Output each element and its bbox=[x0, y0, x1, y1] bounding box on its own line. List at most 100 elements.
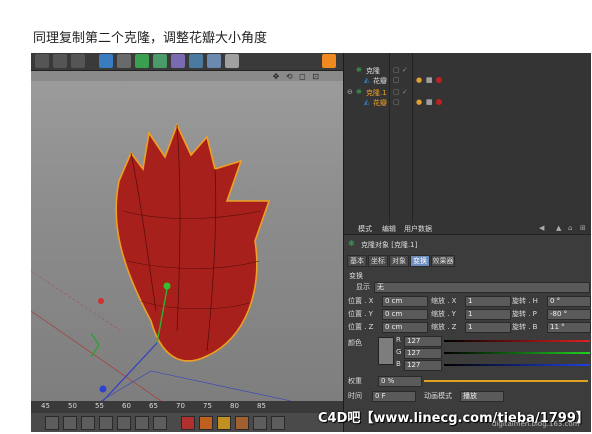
red-guide-line bbox=[31, 310, 162, 401]
cloner-icon: ❋ bbox=[348, 239, 355, 248]
rot-h-field[interactable]: 0 ° bbox=[547, 296, 591, 307]
render-picture-viewer-icon[interactable] bbox=[53, 54, 67, 68]
tick-label: 85 bbox=[257, 402, 266, 410]
checker-tag-icon[interactable]: ▦ bbox=[426, 98, 433, 106]
material-tag-icon[interactable]: ● bbox=[416, 76, 422, 84]
position-key-button[interactable] bbox=[235, 416, 249, 430]
nurbs-icon[interactable] bbox=[135, 54, 149, 68]
weight-label: 权重 bbox=[348, 377, 362, 385]
r-field[interactable]: 127 bbox=[404, 336, 442, 347]
light-icon[interactable] bbox=[225, 54, 239, 68]
3d-viewport[interactable]: ✥ ⟲ ◻ ⊡ bbox=[31, 71, 343, 401]
deformer-icon[interactable] bbox=[171, 54, 185, 68]
scale-y-field[interactable]: 1 bbox=[465, 309, 511, 320]
object-title: 克隆对象 [克隆.1] bbox=[361, 241, 418, 249]
go-end-button[interactable] bbox=[153, 416, 167, 430]
color-r-row: R 127 bbox=[344, 336, 591, 347]
rot-p-field[interactable]: -80 ° bbox=[547, 309, 591, 320]
material-tag-icon[interactable]: ● bbox=[416, 98, 422, 106]
attribute-manager: 模式 编辑 用户数据 ◀ ▲ ⌂ ⊞ ❋ 克隆对象 [克隆.1] 基本 坐标 对… bbox=[343, 223, 591, 432]
timeline-ruler[interactable]: 45 50 55 60 65 70 75 80 85 bbox=[31, 401, 343, 413]
tab-coord[interactable]: 坐标 bbox=[368, 255, 388, 267]
spline-icon[interactable] bbox=[117, 54, 131, 68]
b-slider[interactable] bbox=[444, 364, 590, 366]
render-settings-icon[interactable] bbox=[71, 54, 85, 68]
prev-frame-button[interactable] bbox=[81, 416, 95, 430]
b-label: B bbox=[396, 360, 401, 368]
lock-icon[interactable]: ⌂ bbox=[568, 224, 572, 232]
viewport-scene bbox=[31, 122, 292, 401]
menu-mode[interactable]: 模式 bbox=[358, 224, 372, 234]
time-field[interactable]: 0 F bbox=[372, 391, 416, 402]
y-axis-handle bbox=[163, 282, 171, 290]
go-start-button[interactable] bbox=[45, 416, 59, 430]
scene-icon[interactable] bbox=[189, 54, 203, 68]
rotation-key-button[interactable] bbox=[271, 416, 285, 430]
b-field[interactable]: 127 bbox=[404, 360, 442, 371]
scale-x-field[interactable]: 1 bbox=[465, 296, 511, 307]
script-icon[interactable] bbox=[322, 54, 336, 68]
display-row: 显示 无 bbox=[344, 282, 591, 293]
object-row-clone[interactable]: ❋ 克隆 ▢ ✓ bbox=[344, 66, 591, 76]
tab-transform[interactable]: 变换 bbox=[410, 255, 430, 267]
keyframe-button[interactable] bbox=[217, 416, 231, 430]
render-view-icon[interactable] bbox=[35, 54, 49, 68]
color-b-row: B 127 bbox=[344, 360, 591, 371]
pos-z-label: 位置 . Z bbox=[348, 323, 374, 331]
red-material-tag-icon[interactable] bbox=[436, 99, 442, 105]
rot-b-field[interactable]: 11 ° bbox=[547, 322, 591, 333]
scale-key-button[interactable] bbox=[253, 416, 267, 430]
next-key-button[interactable] bbox=[135, 416, 149, 430]
camera-icon[interactable] bbox=[207, 54, 221, 68]
tab-effectors[interactable]: 效果器 bbox=[431, 255, 455, 267]
scale-z-field[interactable]: 1 bbox=[465, 322, 511, 333]
pos-z-field[interactable]: 0 cm bbox=[382, 322, 428, 333]
red-material-tag-icon[interactable] bbox=[436, 77, 442, 83]
cube-icon[interactable] bbox=[99, 54, 113, 68]
tab-basic[interactable]: 基本 bbox=[347, 255, 367, 267]
object-row-clone-1[interactable]: ⊖ ❋ 克隆.1 ▢ ✓ bbox=[344, 88, 591, 98]
caption: 同理复制第二个克隆，调整花瓣大小角度 bbox=[33, 31, 268, 46]
collapse-icon[interactable]: ⊖ bbox=[347, 88, 353, 96]
scale-y-label: 缩放 . Y bbox=[431, 310, 456, 318]
visibility-icon[interactable]: ▢ bbox=[393, 76, 400, 84]
display-dropdown[interactable]: 无 bbox=[374, 282, 590, 293]
anim-mode-label: 动画模式 bbox=[424, 392, 452, 400]
anim-mode-dropdown[interactable]: 播放 bbox=[460, 391, 504, 402]
play-button[interactable] bbox=[99, 416, 113, 430]
prev-key-button[interactable] bbox=[63, 416, 77, 430]
pos-y-field[interactable]: 0 cm bbox=[382, 309, 428, 320]
array-icon[interactable] bbox=[153, 54, 167, 68]
visibility-icon[interactable]: ▢ bbox=[393, 98, 400, 106]
next-frame-button[interactable] bbox=[117, 416, 131, 430]
object-manager: ❋ 克隆 ▢ ✓ ◭ 花瓣 ▢ ● ▦ ⊖ ❋ 克隆.1 ▢ ✓ ◭ 花瓣 ▢ … bbox=[343, 53, 591, 223]
new-panel-icon[interactable]: ⊞ bbox=[580, 224, 586, 232]
attribute-menu: 模式 编辑 用户数据 ◀ ▲ ⌂ ⊞ bbox=[344, 223, 591, 235]
pos-x-field[interactable]: 0 cm bbox=[382, 296, 428, 307]
tab-object[interactable]: 对象 bbox=[389, 255, 409, 267]
time-row: 时间 0 F 动画模式 播放 bbox=[344, 391, 591, 402]
back-arrow-icon[interactable]: ◀ bbox=[539, 224, 544, 232]
autokey-button[interactable] bbox=[199, 416, 213, 430]
object-row-petal[interactable]: ◭ 花瓣 ▢ ● ▦ bbox=[344, 76, 591, 86]
weight-slider[interactable] bbox=[424, 380, 588, 382]
petal-mesh bbox=[115, 122, 271, 362]
tick-label: 80 bbox=[230, 402, 239, 410]
visibility-icon[interactable]: ▢ ✓ bbox=[393, 66, 408, 74]
r-slider[interactable] bbox=[444, 340, 590, 342]
object-row-petal-child[interactable]: ◭ 花瓣 ▢ ● ▦ bbox=[344, 98, 591, 108]
menu-edit[interactable]: 编辑 bbox=[382, 224, 396, 234]
cloner-icon: ❋ bbox=[356, 66, 362, 74]
scale-x-label: 缩放 . X bbox=[431, 297, 457, 305]
checker-tag-icon[interactable]: ▦ bbox=[426, 76, 433, 84]
weight-field[interactable]: 0 % bbox=[378, 376, 422, 387]
tick-label: 65 bbox=[149, 402, 158, 410]
transform-row-x: 位置 . X 0 cm 缩放 . X 1 旋转 . H 0 ° bbox=[344, 296, 591, 307]
scale-z-label: 缩放 . Z bbox=[431, 323, 457, 331]
menu-user-data[interactable]: 用户数据 bbox=[404, 224, 432, 234]
g-field[interactable]: 127 bbox=[404, 348, 442, 359]
record-button[interactable] bbox=[181, 416, 195, 430]
up-arrow-icon[interactable]: ▲ bbox=[556, 224, 561, 232]
visibility-icon[interactable]: ▢ ✓ bbox=[393, 88, 408, 96]
g-slider[interactable] bbox=[444, 352, 590, 354]
